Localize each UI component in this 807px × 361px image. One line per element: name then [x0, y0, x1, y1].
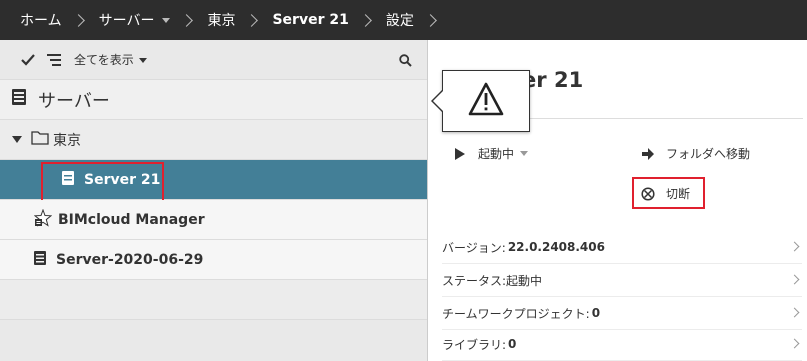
check-icon[interactable] [20, 52, 36, 68]
tree-item-server-2020[interactable]: Server-2020-06-29 [0, 240, 427, 280]
chevron-down-icon [520, 151, 529, 156]
manager-star-icon [33, 208, 53, 231]
panel-title: サーバー [0, 80, 427, 120]
info-row-libraries[interactable]: ライブラリ: 0 [442, 328, 802, 361]
info-label: ステータス: [442, 273, 507, 288]
highlight-box [632, 177, 705, 209]
expand-caret-icon[interactable] [12, 132, 22, 148]
warning-icon [468, 82, 504, 120]
breadcrumb-settings[interactable]: 設定 [386, 10, 414, 30]
info-row-version[interactable]: バージョン: 22.0.2408.406 [442, 231, 802, 264]
move-action-label: フォルダへ移動 [666, 147, 751, 161]
info-label: ライブラリ: [442, 337, 507, 352]
info-row-teamwork-projects[interactable]: チームワークプロジェクト: 0 [442, 297, 802, 330]
folder-icon [31, 130, 49, 149]
breadcrumb: ホーム サーバー 東京 Server 21 設定 [0, 0, 807, 40]
warning-callout [442, 70, 530, 132]
breadcrumb-location[interactable]: 東京 [207, 10, 235, 30]
chevron-down-icon [138, 58, 147, 63]
chevron-right-icon [789, 274, 800, 285]
chevron-right-icon [789, 338, 800, 349]
info-value: 0 [508, 337, 517, 351]
panel-title-label: サーバー [38, 90, 110, 112]
breadcrumb-home[interactable]: ホーム [20, 10, 62, 30]
folder-label: 東京 [53, 132, 81, 149]
chevron-right-icon [789, 307, 800, 318]
status-dropdown[interactable]: 起動中 [452, 145, 529, 162]
chevron-right-icon [245, 13, 259, 27]
arrow-right-icon [640, 146, 656, 162]
tree-empty-row [0, 280, 427, 320]
highlight-box [41, 162, 164, 203]
chevron-right-icon [789, 241, 800, 252]
chevron-right-icon [423, 13, 437, 27]
server-label: Server-2020-06-29 [56, 251, 204, 268]
info-value: 起動中 [506, 273, 543, 288]
chevron-right-icon [71, 13, 85, 27]
move-to-folder-button[interactable]: フォルダへ移動 [640, 145, 750, 162]
chevron-down-icon[interactable] [162, 17, 171, 23]
info-label: バージョン: [442, 240, 506, 255]
server-tree-panel: 全てを表示 サーバー 東京 Server 21 BIMcloud Manager [0, 40, 427, 361]
tree-item-server-21[interactable]: Server 21 [0, 160, 427, 203]
server-icon [34, 250, 46, 269]
list-view-icon[interactable] [46, 52, 62, 68]
breadcrumb-server[interactable]: Server 21 [272, 12, 348, 28]
chevron-right-icon [180, 13, 194, 27]
tree-folder-tokyo[interactable]: 東京 [0, 120, 427, 160]
info-row-status[interactable]: ステータス: 起動中 [442, 264, 802, 297]
info-label: チームワークプロジェクト: [442, 306, 590, 321]
manager-label: BIMcloud Manager [58, 211, 205, 228]
play-icon [452, 146, 468, 162]
status-action-label: 起動中 [478, 147, 515, 161]
show-all-label: 全てを表示 [74, 53, 134, 67]
tree-item-bimcloud-manager[interactable]: BIMcloud Manager [0, 200, 427, 240]
chevron-right-icon [358, 13, 372, 27]
server-list-icon [12, 89, 26, 110]
info-value: 0 [591, 306, 601, 320]
info-value: 22.0.2408.406 [507, 240, 605, 254]
show-all-dropdown[interactable]: 全てを表示 [74, 51, 147, 68]
tree-toolbar: 全てを表示 [0, 40, 427, 80]
callout-pointer-inner [433, 91, 443, 111]
search-icon[interactable] [397, 52, 413, 68]
breadcrumb-servers[interactable]: サーバー [99, 10, 155, 30]
